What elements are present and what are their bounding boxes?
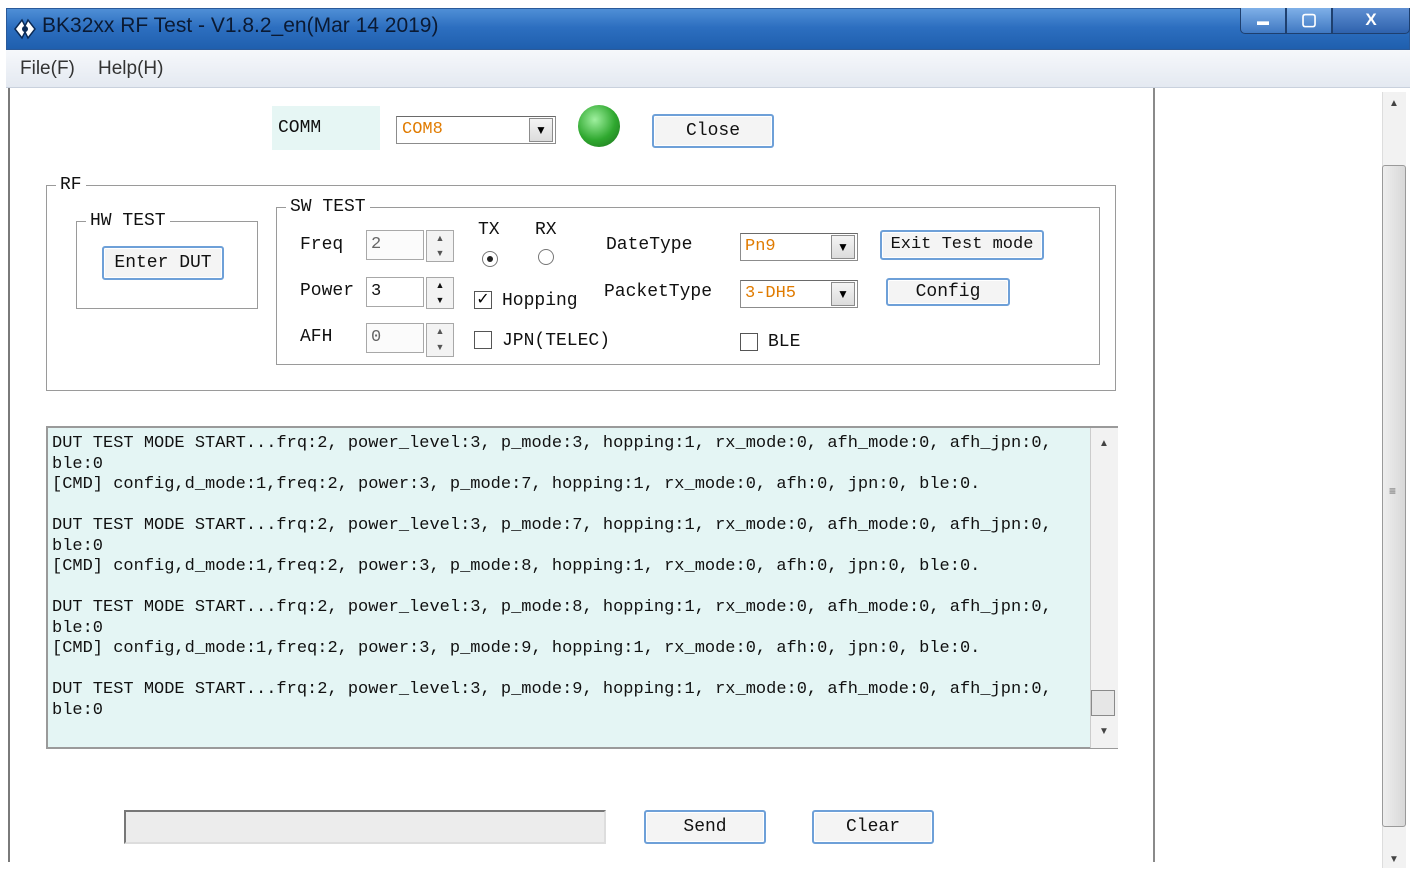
minimize-icon: ▬ — [1257, 14, 1269, 28]
chevron-down-icon[interactable]: ▼ — [831, 282, 855, 306]
sw-test-title: SW TEST — [286, 197, 370, 217]
power-spinner[interactable]: ▲ ▼ — [426, 277, 454, 309]
close-window-button[interactable]: X — [1332, 8, 1410, 34]
comm-port-select[interactable]: COM8 ▼ — [396, 116, 556, 144]
grip-icon: ≡ — [1389, 484, 1397, 498]
log-line: ble:0 — [52, 700, 104, 720]
maximize-icon: ▢ — [1300, 10, 1318, 29]
rx-radio[interactable] — [538, 249, 554, 265]
spin-down-icon[interactable]: ▼ — [427, 246, 453, 261]
hopping-checkbox[interactable]: ✓ — [474, 291, 492, 309]
freq-spinner[interactable]: ▲ ▼ — [426, 230, 454, 262]
rx-label: RX — [535, 220, 557, 240]
packettype-label: PacketType — [604, 282, 713, 302]
enter-dut-button[interactable]: Enter DUT — [102, 246, 224, 280]
maximize-button[interactable]: ▢ — [1286, 8, 1332, 34]
hw-test-title: HW TEST — [86, 211, 170, 231]
log-line: ble:0 — [52, 618, 104, 638]
afh-label: AFH — [300, 327, 333, 347]
spin-down-icon[interactable]: ▼ — [427, 340, 453, 356]
log-output[interactable]: DUT TEST MODE START...frq:2, power_level… — [46, 426, 1118, 749]
tx-label: TX — [478, 220, 500, 240]
tx-radio[interactable] — [482, 251, 498, 267]
packettype-value: 3-DH5 — [745, 284, 797, 303]
scroll-down-icon[interactable]: ▼ — [1099, 726, 1109, 737]
right-pane — [1155, 88, 1410, 862]
menu-file[interactable]: File(F) — [20, 58, 75, 80]
jpn-label: JPN(TELEC) — [502, 331, 611, 351]
connection-status-led — [578, 105, 620, 147]
spin-down-icon[interactable]: ▼ — [427, 293, 453, 308]
jpn-checkbox[interactable] — [474, 331, 492, 349]
minimize-button[interactable]: ▬ — [1240, 8, 1286, 34]
log-line: [CMD] config,d_mode:1,freq:2, power:3, p… — [52, 639, 981, 658]
app-icon — [14, 18, 36, 40]
comm-label: COMM — [278, 118, 322, 138]
spin-up-icon[interactable]: ▲ — [427, 231, 453, 246]
log-lines: DUT TEST MODE START...frq:2, power_level… — [52, 434, 1052, 721]
send-button[interactable]: Send — [644, 810, 766, 844]
comm-port-value: COM8 — [402, 120, 443, 139]
close-icon: X — [1365, 10, 1377, 29]
spin-up-icon[interactable]: ▲ — [427, 324, 453, 340]
log-line: DUT TEST MODE START...frq:2, power_level… — [52, 516, 1052, 535]
chevron-down-icon[interactable]: ▼ — [831, 235, 855, 259]
rf-group-title: RF — [56, 175, 86, 195]
log-line: [CMD] config,d_mode:1,freq:2, power:3, p… — [52, 557, 981, 576]
window-title: BK32xx RF Test - V1.8.2_en(Mar 14 2019) — [42, 14, 439, 37]
scroll-down-icon[interactable]: ▼ — [1389, 854, 1399, 865]
scroll-up-icon[interactable]: ▲ — [1099, 438, 1109, 449]
send-input[interactable] — [124, 810, 606, 844]
close-port-button[interactable]: Close — [652, 114, 774, 148]
ble-label: BLE — [768, 332, 801, 352]
config-button[interactable]: Config — [886, 278, 1010, 306]
datatype-label: DateType — [606, 235, 693, 255]
freq-label: Freq — [300, 235, 344, 255]
power-input[interactable]: 3 — [366, 277, 424, 307]
chevron-down-icon[interactable]: ▼ — [529, 118, 553, 142]
menu-bar — [6, 50, 1410, 88]
exit-test-mode-button[interactable]: Exit Test mode — [880, 230, 1044, 260]
log-line: DUT TEST MODE START...frq:2, power_level… — [52, 434, 1052, 453]
afh-spinner[interactable]: ▲ ▼ — [426, 323, 454, 357]
afh-input[interactable]: 0 — [366, 323, 424, 353]
log-line: ble:0 — [52, 454, 104, 474]
packettype-select[interactable]: 3-DH5 ▼ — [740, 280, 858, 308]
window-scrollbar-thumb[interactable]: ≡ — [1382, 165, 1406, 827]
spin-up-icon[interactable]: ▲ — [427, 278, 453, 293]
clear-button[interactable]: Clear — [812, 810, 934, 844]
ble-checkbox[interactable] — [740, 333, 758, 351]
scroll-up-icon[interactable]: ▲ — [1389, 98, 1399, 109]
log-line: ble:0 — [52, 536, 104, 556]
menu-help[interactable]: Help(H) — [98, 58, 163, 80]
freq-input[interactable]: 2 — [366, 230, 424, 260]
power-label: Power — [300, 281, 355, 301]
log-line: DUT TEST MODE START...frq:2, power_level… — [52, 598, 1052, 617]
log-line: DUT TEST MODE START...frq:2, power_level… — [52, 680, 1052, 699]
log-line: [CMD] config,d_mode:1,freq:2, power:3, p… — [52, 475, 981, 494]
datatype-value: Pn9 — [745, 237, 776, 256]
datatype-select[interactable]: Pn9 ▼ — [740, 233, 858, 261]
log-scrollbar-thumb[interactable] — [1091, 690, 1115, 716]
hopping-label: Hopping — [502, 291, 578, 311]
